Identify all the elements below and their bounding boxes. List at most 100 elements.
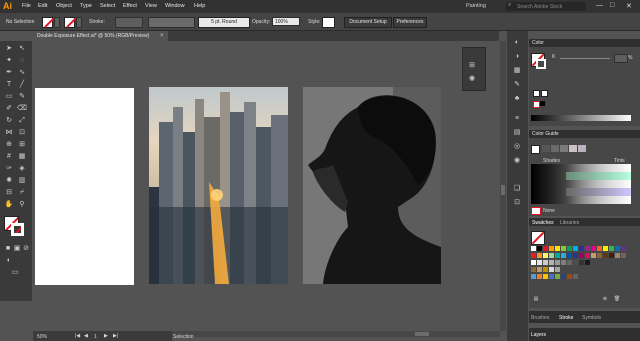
menu-view[interactable]: View bbox=[145, 3, 157, 9]
curvature-tool-icon[interactable]: ∿ bbox=[17, 68, 27, 77]
zoom-tool-icon[interactable]: ⚲ bbox=[17, 200, 27, 209]
swatch-libraries-icon[interactable]: ▤ bbox=[531, 295, 541, 304]
guide-harmony-2[interactable] bbox=[551, 145, 559, 152]
menu-help[interactable]: Help bbox=[194, 3, 205, 9]
color-guide-header[interactable]: Color Guide bbox=[529, 130, 640, 138]
transparency-panel-icon[interactable]: ◉ bbox=[467, 74, 477, 83]
artboard-tool-icon[interactable]: ⊟ bbox=[4, 188, 14, 197]
swatches-fill-swatch[interactable] bbox=[531, 231, 545, 245]
horizontal-scrollbar[interactable] bbox=[172, 331, 500, 337]
tab-swatches[interactable]: Swatches bbox=[532, 220, 554, 226]
color-k-slider[interactable] bbox=[560, 58, 610, 59]
eraser-tool-icon[interactable]: ⌫ bbox=[17, 104, 27, 113]
stroke-panel-icon[interactable]: ≡ bbox=[511, 114, 523, 124]
preferences-button[interactable]: Preferences bbox=[393, 17, 427, 28]
eyedropper-tool-icon[interactable]: ✑ bbox=[4, 164, 14, 173]
menu-edit[interactable]: Edit bbox=[38, 3, 47, 9]
color-stroke-swatch[interactable] bbox=[536, 59, 546, 69]
tab-brushes[interactable]: Brushes bbox=[531, 315, 549, 321]
brush-definition[interactable]: 5 pt. Round bbox=[198, 17, 250, 28]
artboard-blank[interactable] bbox=[35, 88, 134, 285]
hand-tool-icon[interactable]: ✋ bbox=[4, 200, 14, 209]
guide-harmony-4[interactable] bbox=[569, 145, 577, 152]
blend-tool-icon[interactable]: ◈ bbox=[17, 164, 27, 173]
menu-select[interactable]: Select bbox=[100, 3, 115, 9]
guide-harmony-1[interactable] bbox=[542, 145, 550, 152]
delete-swatch-icon[interactable]: 🗑 bbox=[612, 295, 622, 304]
tab-symbols[interactable]: Symbols bbox=[582, 315, 601, 321]
tab-layers[interactable]: Layers bbox=[531, 332, 546, 338]
guide-harmony-3[interactable] bbox=[560, 145, 568, 152]
next-artboard-icon[interactable]: ▶ bbox=[104, 333, 108, 339]
document-tab[interactable]: Double Exposure Effect.ai* @ 50% (RGB/Pr… bbox=[33, 31, 168, 41]
color-guide-grid[interactable] bbox=[531, 164, 631, 204]
symbols-panel-icon[interactable]: ♣ bbox=[511, 94, 523, 104]
transparency-dock-icon[interactable]: ◎ bbox=[511, 142, 523, 152]
layers-panel-icon[interactable]: ❏ bbox=[511, 184, 523, 194]
first-artboard-icon[interactable]: |◀ bbox=[75, 333, 80, 339]
gradient-tool-icon[interactable]: ▦ bbox=[17, 152, 27, 161]
scale-tool-icon[interactable]: ⤢ bbox=[17, 116, 27, 125]
menu-effect[interactable]: Effect bbox=[123, 3, 137, 9]
color-spectrum[interactable] bbox=[531, 115, 631, 121]
shaper-tool-icon[interactable]: ✐ bbox=[4, 104, 14, 113]
stroke-color-icon[interactable] bbox=[11, 223, 24, 236]
graph-tool-icon[interactable]: ▥ bbox=[17, 176, 27, 185]
draw-mode-icon[interactable]: ◐ bbox=[4, 256, 14, 265]
none-mode-icon[interactable]: ⊘ bbox=[21, 244, 31, 253]
shape-builder-tool-icon[interactable]: ⊕ bbox=[4, 140, 14, 149]
swatches-panel-icon[interactable]: ▦ bbox=[511, 66, 523, 76]
maximize-button[interactable]: □ bbox=[610, 2, 614, 9]
free-transform-tool-icon[interactable]: ⊡ bbox=[17, 128, 27, 137]
prev-artboard-icon[interactable]: ◀ bbox=[84, 333, 88, 339]
last-artboard-icon[interactable]: ▶| bbox=[113, 333, 118, 339]
fill-swatch[interactable] bbox=[42, 17, 54, 28]
tab-stroke[interactable]: Stroke bbox=[559, 315, 573, 321]
brush-tool-icon[interactable]: ✎ bbox=[17, 92, 27, 101]
stroke-dropdown[interactable] bbox=[76, 17, 82, 28]
stroke-swatch[interactable] bbox=[64, 17, 76, 28]
line-tool-icon[interactable]: ╱ bbox=[17, 80, 27, 89]
zoom-level[interactable]: 50% bbox=[37, 334, 47, 340]
color-guide-panel-icon[interactable]: ◑ bbox=[511, 52, 523, 62]
color-panel-icon[interactable]: ◐ bbox=[511, 38, 523, 48]
black-color-swatch[interactable] bbox=[540, 101, 545, 106]
color-panel-header[interactable]: Color bbox=[529, 39, 640, 47]
menu-type[interactable]: Type bbox=[80, 3, 92, 9]
rotate-tool-icon[interactable]: ↻ bbox=[4, 116, 14, 125]
screen-mode-icon[interactable]: ▭ bbox=[10, 268, 20, 277]
lasso-tool-icon[interactable]: ◌ bbox=[17, 56, 27, 65]
width-tool-icon[interactable]: ⋈ bbox=[4, 128, 14, 137]
magic-wand-tool-icon[interactable]: ✦ bbox=[4, 56, 14, 65]
symbol-sprayer-tool-icon[interactable]: ✺ bbox=[4, 176, 14, 185]
black-swatch[interactable] bbox=[541, 90, 548, 97]
guide-base-color[interactable] bbox=[531, 145, 540, 154]
artboard-portrait-photo[interactable] bbox=[303, 87, 441, 284]
perspective-grid-tool-icon[interactable]: ⊞ bbox=[17, 140, 27, 149]
guide-harmony-5[interactable] bbox=[578, 145, 586, 152]
mesh-tool-icon[interactable]: # bbox=[4, 152, 14, 161]
swatches-grid[interactable] bbox=[531, 246, 631, 291]
menu-object[interactable]: Object bbox=[56, 3, 72, 9]
artboards-panel-icon[interactable]: ⊡ bbox=[511, 198, 523, 208]
gradient-panel-icon[interactable]: ▤ bbox=[511, 128, 523, 138]
opacity-field[interactable]: 100% bbox=[272, 17, 300, 26]
menu-file[interactable]: File bbox=[22, 3, 31, 9]
selection-tool-icon[interactable]: ➤ bbox=[4, 44, 14, 53]
none-swatch[interactable] bbox=[533, 101, 540, 108]
graphic-style-swatch[interactable] bbox=[322, 17, 335, 28]
pen-tool-icon[interactable]: ✒ bbox=[4, 68, 14, 77]
guide-none-swatch[interactable] bbox=[531, 207, 541, 215]
white-swatch[interactable] bbox=[533, 90, 540, 97]
close-window-button[interactable]: ✕ bbox=[626, 2, 632, 10]
slice-tool-icon[interactable]: ⌿ bbox=[17, 188, 27, 197]
workspace-switcher[interactable]: Painting bbox=[466, 3, 486, 9]
color-k-field[interactable] bbox=[614, 54, 628, 63]
align-panel-icon[interactable]: ⊞ bbox=[467, 61, 477, 70]
artboard-number[interactable]: 1 bbox=[94, 334, 97, 340]
menu-window[interactable]: Window bbox=[165, 3, 185, 9]
rectangle-tool-icon[interactable]: ▭ bbox=[4, 92, 14, 101]
artboard-city-photo[interactable] bbox=[149, 87, 288, 284]
document-setup-button[interactable]: Document Setup bbox=[344, 17, 392, 28]
new-swatch-icon[interactable]: ⊕ bbox=[600, 295, 610, 304]
